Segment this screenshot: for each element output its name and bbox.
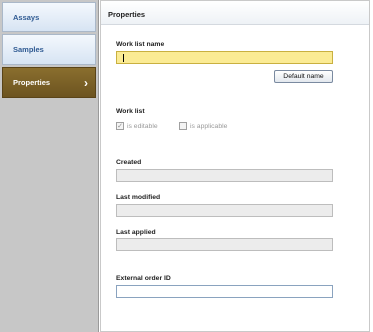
sidebar-item-label: Properties	[13, 78, 51, 87]
sidebar-item-label: Samples	[13, 45, 44, 54]
is-applicable-label: is applicable	[190, 122, 228, 130]
created-field	[116, 169, 333, 182]
is-applicable-checkbox[interactable]: is applicable	[179, 122, 227, 130]
last-modified-label: Last modified	[116, 194, 161, 201]
last-applied-field	[116, 238, 333, 251]
last-modified-field	[116, 204, 333, 217]
sidebar-item-properties[interactable]: Properties ›	[2, 67, 96, 98]
sidebar: Assays Samples Properties ›	[0, 0, 99, 332]
sidebar-item-samples[interactable]: Samples	[2, 34, 96, 65]
work-list-label: Work list	[116, 108, 145, 115]
created-label: Created	[116, 159, 142, 166]
is-editable-label: is editable	[127, 122, 158, 130]
work-list-name-label: Work list name	[116, 41, 165, 48]
text-caret	[123, 54, 124, 62]
properties-panel: Properties Work list name Default name W…	[100, 0, 370, 332]
last-applied-label: Last applied	[116, 229, 156, 236]
external-order-id-label: External order ID	[116, 275, 171, 282]
work-list-name-input[interactable]	[116, 51, 333, 64]
chevron-right-icon: ›	[84, 75, 88, 90]
is-editable-checkbox[interactable]: ✓ is editable	[116, 122, 158, 130]
checkmark-icon: ✓	[116, 122, 124, 130]
checkbox-icon	[179, 122, 187, 130]
default-name-button[interactable]: Default name	[274, 70, 333, 83]
sidebar-item-label: Assays	[13, 12, 40, 22]
panel-title: Properties	[101, 1, 369, 25]
external-order-id-input[interactable]	[116, 285, 333, 298]
sidebar-item-assays[interactable]: Assays	[2, 2, 96, 32]
